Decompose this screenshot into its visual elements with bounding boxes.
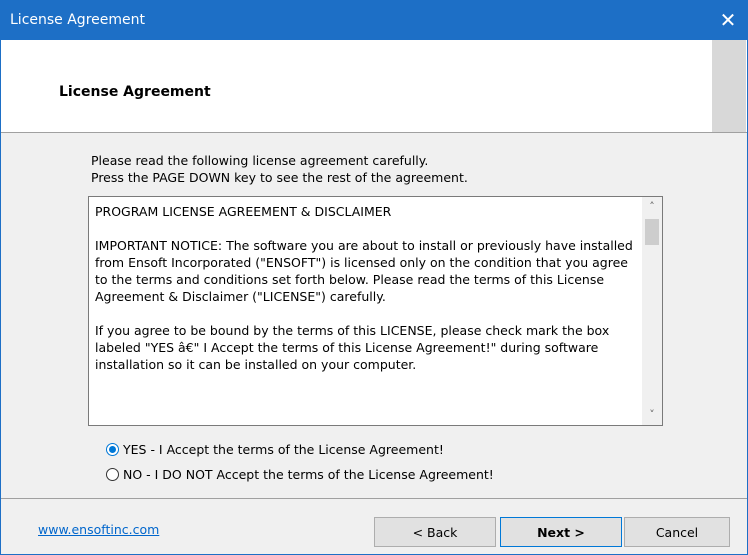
accept-radio-label: YES - I Accept the terms of the License … [123,442,444,457]
license-paragraph: If you agree to be bound by the terms of… [95,323,610,372]
vertical-scrollbar[interactable]: ˄ ˅ [642,197,662,425]
decline-radio-label: NO - I DO NOT Accept the terms of the Li… [123,467,494,482]
next-button[interactable]: Next > [500,517,622,547]
window-title: License Agreement [10,12,145,28]
page-title: License Agreement [59,84,211,100]
title-bar: License Agreement ✕ [0,0,748,40]
license-paragraph: PROGRAM LICENSE AGREEMENT & DISCLAIMER [95,204,392,219]
accept-radio-option[interactable]: YES - I Accept the terms of the License … [106,442,444,457]
cancel-button[interactable]: Cancel [624,517,730,547]
website-link[interactable]: www.ensoftinc.com [38,522,159,537]
scroll-down-arrow-icon[interactable]: ˅ [642,406,662,424]
instruction-line-1: Please read the following license agreem… [91,153,429,168]
decline-radio-button[interactable] [106,468,119,481]
instruction-line-2: Press the PAGE DOWN key to see the rest … [91,170,468,185]
scroll-thumb[interactable] [645,219,659,245]
back-button[interactable]: < Back [374,517,496,547]
close-icon[interactable]: ✕ [708,0,748,40]
license-textbox[interactable]: PROGRAM LICENSE AGREEMENT & DISCLAIMER I… [88,196,663,426]
header-banner: License Agreement [1,40,747,132]
license-paragraph: IMPORTANT NOTICE: The software you are a… [95,238,633,304]
decline-radio-option[interactable]: NO - I DO NOT Accept the terms of the Li… [106,467,494,482]
banner-graphic [712,40,746,132]
license-text: PROGRAM LICENSE AGREEMENT & DISCLAIMER I… [95,203,639,390]
scroll-up-arrow-icon[interactable]: ˄ [642,198,662,216]
accept-radio-button[interactable] [106,443,119,456]
instructions: Please read the following license agreem… [91,152,468,186]
